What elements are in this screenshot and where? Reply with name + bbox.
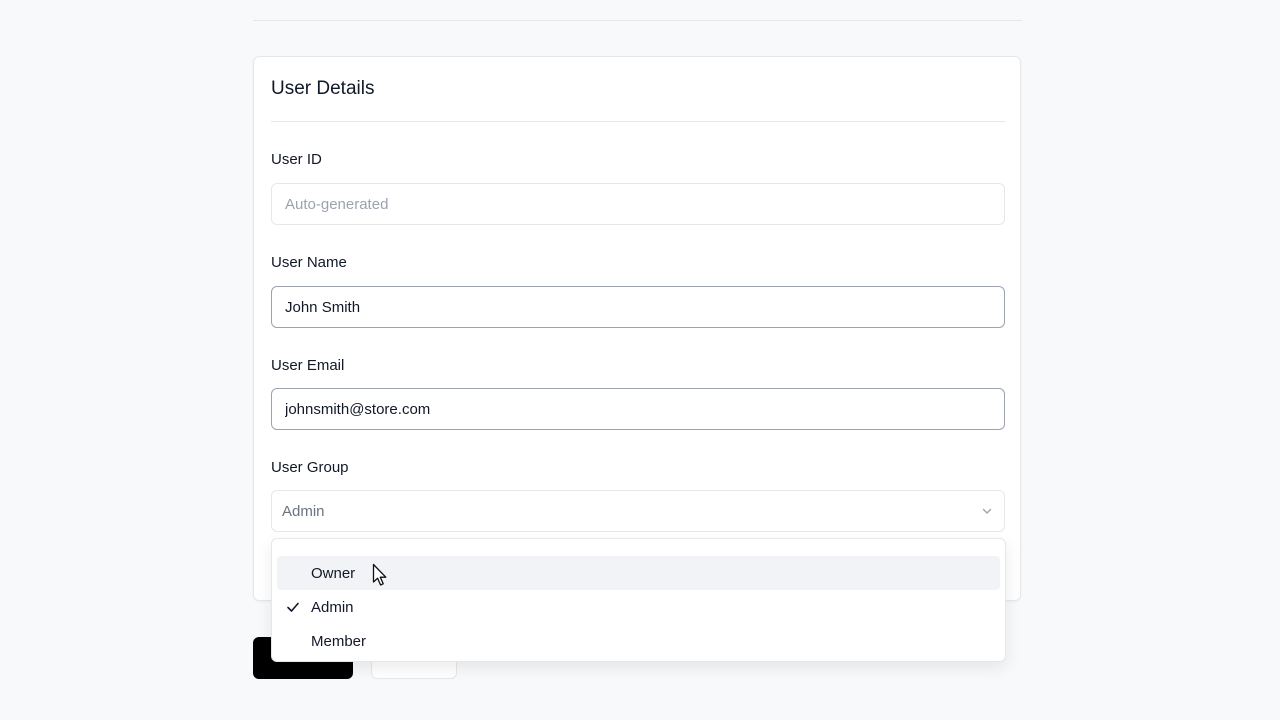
- user-details-card: User Details User ID User Name User Emai…: [253, 56, 1021, 601]
- user-group-select[interactable]: Admin: [271, 490, 1005, 532]
- page: User Details User ID User Name User Emai…: [0, 0, 1280, 720]
- user-name-label: User Name: [271, 254, 347, 271]
- option-member[interactable]: Member: [277, 624, 1000, 658]
- user-group-label: User Group: [271, 459, 349, 476]
- card-divider: [271, 121, 1005, 122]
- user-name-input[interactable]: [271, 286, 1005, 328]
- option-admin[interactable]: Admin: [277, 590, 1000, 624]
- card-title: User Details: [271, 78, 375, 99]
- user-id-input[interactable]: [271, 183, 1005, 225]
- user-id-label: User ID: [271, 151, 322, 168]
- option-label: Admin: [311, 598, 354, 616]
- chevron-down-icon: [982, 508, 992, 514]
- mouse-pointer-icon: [372, 563, 387, 586]
- user-group-dropdown: Owner Admin Member: [271, 538, 1006, 662]
- user-email-input[interactable]: [271, 388, 1005, 430]
- check-icon: [287, 602, 299, 612]
- header-divider: [253, 20, 1022, 21]
- user-group-selected-value: Admin: [282, 502, 325, 520]
- user-email-label: User Email: [271, 357, 345, 374]
- option-label: Owner: [311, 564, 356, 582]
- option-label: Member: [311, 632, 367, 650]
